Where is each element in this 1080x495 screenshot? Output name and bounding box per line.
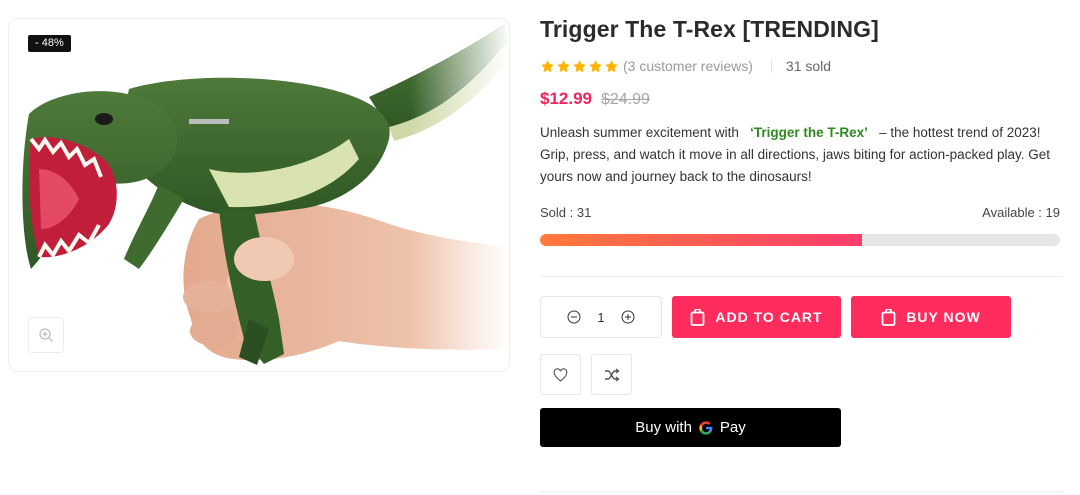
increase-quantity-button[interactable] <box>620 309 636 325</box>
available-label: Available : 19 <box>982 205 1060 220</box>
star-icon <box>589 59 602 72</box>
star-icon <box>557 59 570 72</box>
add-to-cart-label: ADD TO CART <box>715 309 823 325</box>
buy-now-button[interactable]: BUY NOW <box>851 296 1011 338</box>
stock-progress-fill <box>540 234 863 246</box>
star-icon <box>541 59 554 72</box>
shopping-bag-icon <box>881 308 896 326</box>
product-gallery: - 48% <box>8 18 510 372</box>
google-pay-button[interactable]: Buy with Pay <box>540 408 841 447</box>
product-image[interactable] <box>9 19 510 372</box>
description-intro: Unleash summer excitement with <box>540 125 739 140</box>
zoom-in-icon <box>39 328 53 342</box>
zoom-button[interactable] <box>28 317 64 353</box>
original-price: $24.99 <box>601 91 650 108</box>
divider <box>770 59 772 73</box>
star-icon <box>605 59 618 72</box>
gpay-brand: Pay <box>719 419 746 436</box>
add-to-wishlist-button[interactable] <box>540 354 581 395</box>
add-to-cart-button[interactable]: ADD TO CART <box>672 296 841 338</box>
rating-row: (3 customer reviews) 31 sold <box>540 56 831 76</box>
price-row: $12.99 $24.99 <box>540 89 650 109</box>
star-rating <box>540 59 619 74</box>
buy-now-label: BUY NOW <box>906 309 981 325</box>
discount-badge: - 48% <box>28 35 71 52</box>
compare-button[interactable] <box>591 354 632 395</box>
gpay-label: Buy with <box>635 419 692 436</box>
sold-label: Sold : 31 <box>540 205 592 220</box>
star-icon <box>573 59 586 72</box>
section-divider <box>540 276 1062 277</box>
heart-icon <box>553 367 568 382</box>
product-title: Trigger The T-Rex [TRENDING] <box>540 16 879 42</box>
stock-progress-bar <box>540 234 1060 246</box>
shopping-bag-icon <box>691 308 705 326</box>
current-price: $12.99 <box>540 89 592 108</box>
google-g-icon <box>699 420 713 435</box>
minus-circle-icon <box>567 310 581 324</box>
product-description: Unleash summer excitement with ‘Trigger … <box>540 122 1062 188</box>
reviews-link[interactable]: (3 customer reviews) <box>623 58 753 74</box>
bottom-divider <box>540 491 1062 492</box>
decrease-quantity-button[interactable] <box>566 309 582 325</box>
plus-circle-icon <box>621 310 635 324</box>
shuffle-icon <box>604 367 620 382</box>
stock-row: Sold : 31 Available : 19 <box>540 205 1060 220</box>
quantity-value[interactable]: 1 <box>596 310 606 325</box>
quantity-stepper: 1 <box>540 296 662 338</box>
description-highlight: ‘Trigger the T-Rex’ <box>750 125 868 140</box>
sold-count: 31 sold <box>785 58 832 74</box>
